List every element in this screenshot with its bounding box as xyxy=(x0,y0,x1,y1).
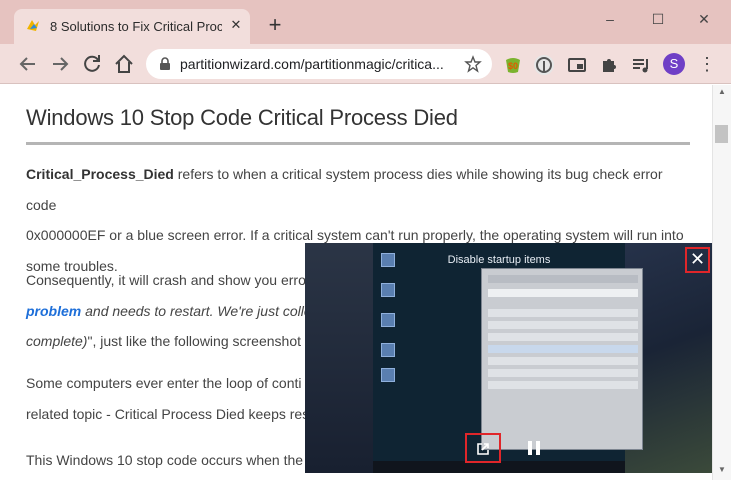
reload-icon[interactable] xyxy=(80,52,104,76)
star-icon[interactable] xyxy=(464,55,482,73)
pip-extension-icon[interactable] xyxy=(566,54,588,76)
tab-title: 8 Solutions to Fix Critical Process xyxy=(50,19,222,34)
video-task-manager xyxy=(481,268,643,450)
maximize-button[interactable]: ☐ xyxy=(644,8,672,30)
video-caption: Disable startup items xyxy=(447,254,551,266)
p1-line-1: Critical_Process_Died refers to when a c… xyxy=(26,166,663,213)
minimize-button[interactable]: – xyxy=(596,8,624,30)
home-icon[interactable] xyxy=(112,52,136,76)
menu-icon[interactable]: ⋮ xyxy=(698,54,716,76)
forward-icon[interactable] xyxy=(48,52,72,76)
pause-icon[interactable] xyxy=(527,440,541,456)
back-icon[interactable] xyxy=(16,52,40,76)
video-frame-left xyxy=(305,243,373,473)
video-desktop xyxy=(373,243,643,461)
puzzle-icon[interactable] xyxy=(598,54,620,76)
browser-tab[interactable]: 8 Solutions to Fix Critical Process ✕ xyxy=(14,9,250,44)
new-tab-button[interactable]: + xyxy=(264,14,286,37)
open-in-tab-icon xyxy=(477,443,489,455)
pip-close-button[interactable]: ✕ xyxy=(685,247,710,273)
term-bold: Critical_Process_Died xyxy=(26,166,174,182)
close-window-button[interactable]: ✕ xyxy=(690,8,718,30)
heading-divider xyxy=(26,142,690,145)
browser-toolbar: partitionwizard.com/partitionmagic/criti… xyxy=(0,44,731,84)
tab-close-icon[interactable]: ✕ xyxy=(228,17,244,33)
problem-link[interactable]: problem xyxy=(26,303,81,319)
pinterest-extension-icon[interactable] xyxy=(533,54,555,76)
media-queue-icon[interactable] xyxy=(630,54,652,76)
url-text[interactable]: partitionwizard.com/partitionmagic/criti… xyxy=(180,56,460,72)
scroll-up-arrow-icon[interactable]: ▲ xyxy=(717,87,727,97)
page-scrollbar[interactable]: ▲ ▼ xyxy=(712,85,731,480)
address-bar[interactable]: partitionwizard.com/partitionmagic/criti… xyxy=(146,49,492,79)
profile-avatar[interactable]: S xyxy=(663,53,685,75)
article-heading: Windows 10 Stop Code Critical Process Di… xyxy=(26,105,458,130)
scroll-thumb[interactable] xyxy=(715,125,728,143)
scroll-down-arrow-icon[interactable]: ▼ xyxy=(717,465,727,475)
pip-video-window[interactable]: Disable startup items ✕ xyxy=(305,243,712,473)
svg-text:$0: $0 xyxy=(508,61,518,71)
coupon-extension-icon[interactable]: $0 xyxy=(502,54,524,76)
title-bar: 8 Solutions to Fix Critical Process ✕ + … xyxy=(0,0,731,44)
favicon-icon xyxy=(27,20,39,31)
back-to-tab-button[interactable] xyxy=(465,433,501,463)
lock-icon[interactable] xyxy=(158,57,172,71)
